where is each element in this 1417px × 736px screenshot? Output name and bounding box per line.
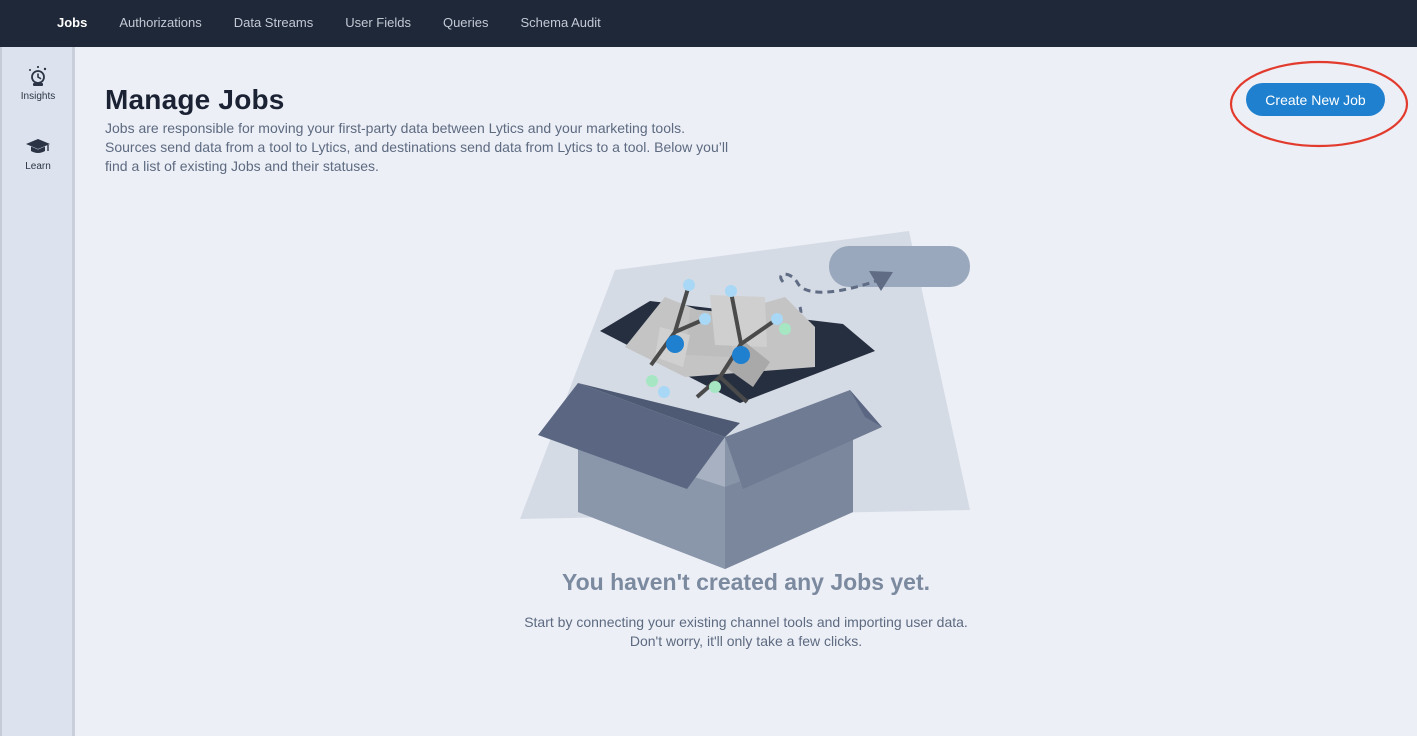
- sidebar-item-insights[interactable]: Insights: [2, 64, 74, 102]
- sidebar: Insights Learn: [0, 47, 75, 736]
- top-navigation: Jobs Authorizations Data Streams User Fi…: [0, 0, 1417, 47]
- tab-queries[interactable]: Queries: [427, 0, 505, 47]
- tab-authorizations[interactable]: Authorizations: [103, 0, 217, 47]
- insights-icon: [29, 66, 47, 86]
- main-content: Manage Jobs Jobs are responsible for mov…: [75, 47, 1417, 736]
- tab-jobs[interactable]: Jobs: [41, 0, 103, 47]
- page-description: Jobs are responsible for moving your fir…: [105, 120, 729, 174]
- sidebar-item-learn[interactable]: Learn: [2, 136, 74, 172]
- empty-state-subtitle: Start by connecting your existing channe…: [75, 613, 1417, 651]
- empty-state-line-2: Don't worry, it'll only take a few click…: [629, 633, 863, 649]
- empty-state-title: You haven't created any Jobs yet.: [561, 569, 931, 595]
- empty-state-line-1: Start by connecting your existing channe…: [524, 614, 968, 630]
- page-title: Manage Jobs: [105, 84, 285, 115]
- tab-schema-audit[interactable]: Schema Audit: [505, 0, 617, 47]
- sidebar-item-label: Learn: [25, 161, 51, 172]
- tab-user-fields[interactable]: User Fields: [329, 0, 427, 47]
- create-new-job-button[interactable]: Create New Job: [1246, 83, 1385, 116]
- graduation-cap-icon: [26, 139, 50, 153]
- empty-box-illustration: [520, 231, 970, 569]
- sidebar-item-label: Insights: [20, 91, 56, 102]
- tab-data-streams[interactable]: Data Streams: [218, 0, 329, 47]
